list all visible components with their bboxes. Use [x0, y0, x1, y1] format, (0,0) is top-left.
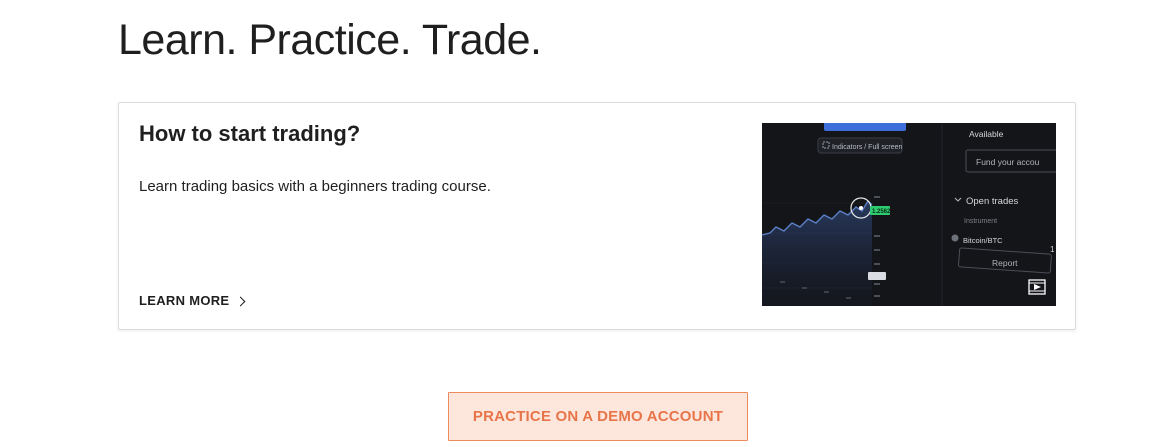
available-label: Available — [969, 129, 1004, 139]
video-thumbnail[interactable]: Indicators / Full screen 1.2562 Availabl… — [762, 123, 1056, 306]
instrument-value: Bitcoin/BTC — [963, 236, 1003, 245]
indicators-label: Indicators / Full screen — [832, 144, 903, 151]
open-trades-label: Open trades — [966, 196, 1019, 207]
card-title: How to start trading? — [139, 121, 361, 146]
top-button-shape — [824, 123, 906, 131]
course-card: How to start trading? Learn trading basi… — [118, 102, 1076, 330]
chevron-right-icon — [235, 296, 246, 306]
report-label: Report — [992, 258, 1018, 268]
trading-platform-preview: Indicators / Full screen 1.2562 Availabl… — [762, 123, 1056, 306]
page-title: Learn. Practice. Trade. — [118, 16, 542, 64]
price-badge: 1.2562 — [872, 209, 891, 215]
svg-text:1: 1 — [1050, 245, 1055, 254]
learn-more-link[interactable]: LEARN MORE — [139, 293, 246, 308]
fund-account-placeholder: Fund your accou — [976, 157, 1040, 167]
learn-more-label: LEARN MORE — [139, 293, 230, 308]
card-description: Learn trading basics with a beginners tr… — [139, 178, 491, 195]
instrument-label: Instrument — [964, 218, 997, 225]
practice-demo-account-button[interactable]: PRACTICE ON A DEMO ACCOUNT — [448, 392, 748, 441]
page: Learn. Practice. Trade. How to start tra… — [0, 0, 1160, 447]
